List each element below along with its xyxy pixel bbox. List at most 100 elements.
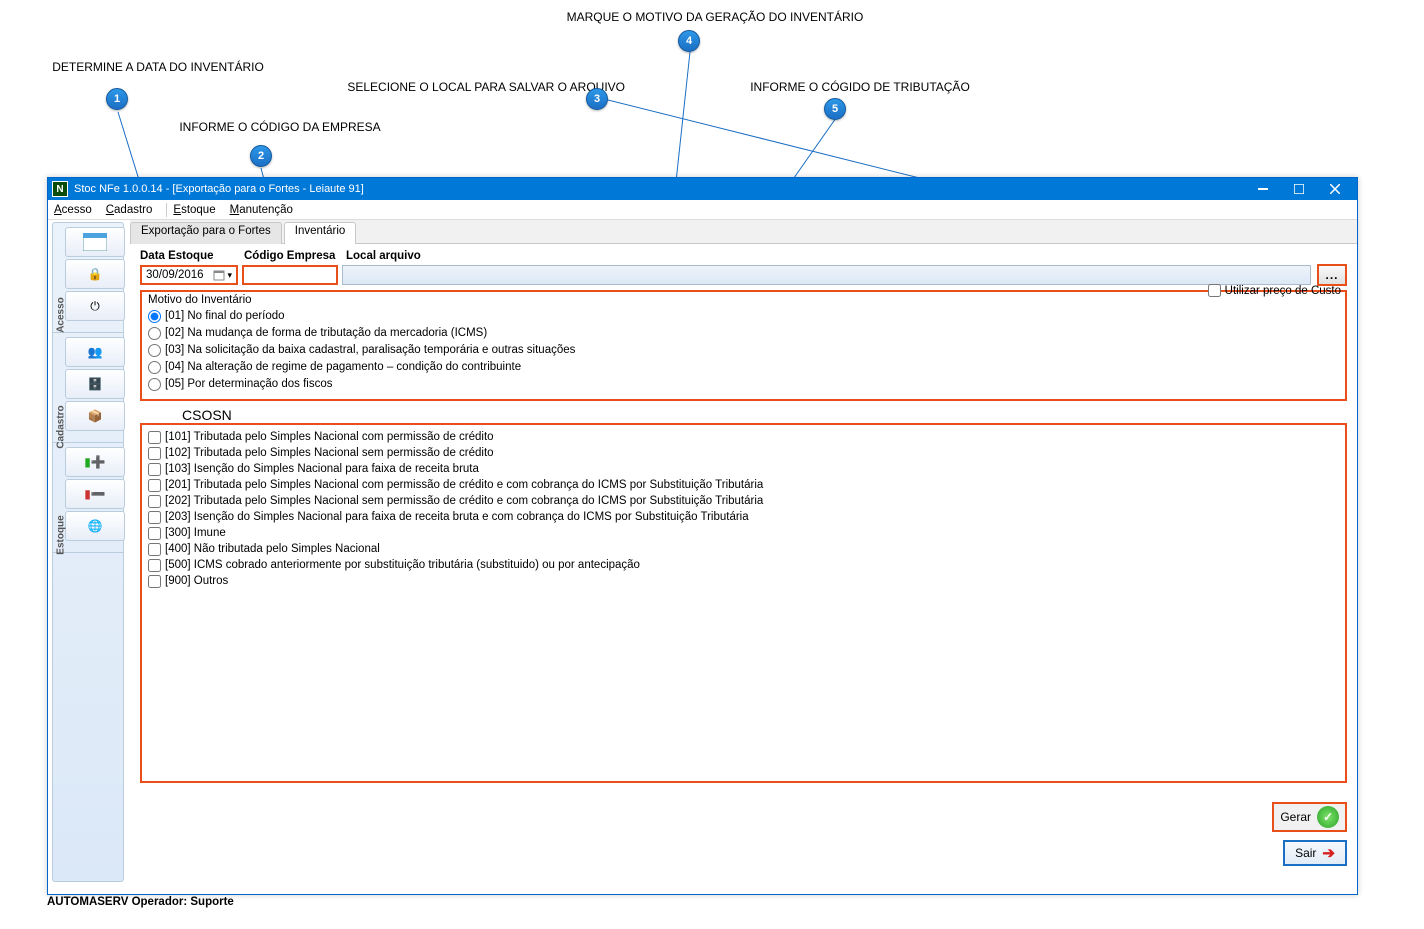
csosn-chk-203[interactable] <box>148 511 161 524</box>
label-data-estoque: Data Estoque <box>140 250 244 262</box>
gerar-label: Gerar <box>1280 810 1311 824</box>
motivo-label-04: [04] Na alteração de regime de pagamento… <box>165 359 521 376</box>
sidebar-btn-remove-stock[interactable]: ▮➖ <box>65 479 125 509</box>
sidebar-btn-power[interactable]: ⏻ <box>65 291 125 321</box>
callout-2-text: INFORME O CÓDIGO DA EMPRESA <box>150 120 410 134</box>
motivo-label-05: [05] Por determinação dos fiscos <box>165 376 332 393</box>
minus-icon: ▮➖ <box>84 487 106 501</box>
codigo-empresa-input[interactable] <box>242 265 338 285</box>
status-operator: Suporte <box>190 896 233 908</box>
callout-4-text: MARQUE O MOTIVO DA GERAÇÃO DO INVENTÁRIO <box>540 10 890 24</box>
local-arquivo-input[interactable] <box>342 265 1311 285</box>
motivo-radio-01[interactable] <box>148 310 161 323</box>
csosn-lbl-400: [400] Não tributada pelo Simples Naciona… <box>165 541 380 557</box>
csosn-lbl-103: [103] Isenção do Simples Nacional para f… <box>165 461 479 477</box>
csosn-lbl-101: [101] Tributada pelo Simples Nacional co… <box>165 429 494 445</box>
check-icon: ✓ <box>1317 806 1339 828</box>
motivo-label-03: [03] Na solicitação da baixa cadastral, … <box>165 342 575 359</box>
callout-2-badge: 2 <box>250 145 272 167</box>
close-button[interactable] <box>1317 178 1353 200</box>
data-estoque-value: 30/09/2016 <box>146 269 204 281</box>
csosn-lbl-203: [203] Isenção do Simples Nacional para f… <box>165 509 749 525</box>
globe-icon: 🌐 <box>88 519 103 533</box>
csosn-lbl-202: [202] Tributada pelo Simples Nacional se… <box>165 493 763 509</box>
motivo-radio-02[interactable] <box>148 327 161 340</box>
sair-button[interactable]: Sair ➔ <box>1283 840 1347 866</box>
sidebar-btn-db[interactable]: 🗄️ <box>65 369 125 399</box>
menu-estoque[interactable]: Estoque <box>173 204 215 216</box>
statusbar: AUTOMASERV Operador: Suporte <box>47 896 234 908</box>
app-icon: N <box>52 181 68 197</box>
menubar: Acesso Cadastro Estoque Manutenção <box>48 200 1357 220</box>
motivo-radio-03[interactable] <box>148 344 161 357</box>
motivo-label-02: [02] Na mudança de forma de tributação d… <box>165 325 487 342</box>
callout-1-text: DETERMINE A DATA DO INVENTÁRIO <box>18 60 298 74</box>
sidebar-btn-add-stock[interactable]: ▮➕ <box>65 447 125 477</box>
sidebar-group-estoque: Estoque <box>56 515 67 554</box>
tab-export-fortes[interactable]: Exportação para o Fortes <box>130 222 282 244</box>
label-codigo-empresa: Código Empresa <box>244 250 346 262</box>
callout-3-badge: 3 <box>586 88 608 110</box>
browse-button[interactable]: ... <box>1317 264 1347 286</box>
users-icon: 👥 <box>88 345 103 359</box>
tab-inventario[interactable]: Inventário <box>284 222 357 244</box>
sidebar-btn-window[interactable] <box>65 227 125 257</box>
csosn-lbl-201: [201] Tributada pelo Simples Nacional co… <box>165 477 763 493</box>
csosn-chk-900[interactable] <box>148 575 161 588</box>
csosn-lbl-102: [102] Tributada pelo Simples Nacional se… <box>165 445 494 461</box>
utilizar-preco-custo-checkbox[interactable] <box>1208 284 1221 297</box>
motivo-inventario-group: Motivo do Inventário [01] No final do pe… <box>140 290 1347 401</box>
csosn-chk-103[interactable] <box>148 463 161 476</box>
csosn-chk-500[interactable] <box>148 559 161 572</box>
motivo-label-01: [01] No final do período <box>165 308 285 325</box>
csosn-lbl-900: [900] Outros <box>165 573 228 589</box>
database-icon: 🗄️ <box>88 377 103 391</box>
menu-cadastro[interactable]: Cadastro <box>106 204 153 216</box>
calendar-icon <box>213 269 225 281</box>
status-company: AUTOMASERV <box>47 896 128 908</box>
sidebar: Acesso 🔒 ⏻ Cadastro 👥 🗄️ 📦 Estoque ▮➕ ▮➖… <box>52 222 124 882</box>
csosn-lbl-500: [500] ICMS cobrado anteriormente por sub… <box>165 557 640 573</box>
callout-5-text: INFORME O CÓGIDO DE TRIBUTAÇÃO <box>720 80 1000 94</box>
window-title: Stoc NFe 1.0.0.14 - [Exportação para o F… <box>74 183 364 195</box>
csosn-chk-102[interactable] <box>148 447 161 460</box>
sidebar-btn-lock[interactable]: 🔒 <box>65 259 125 289</box>
tabs: Exportação para o Fortes Inventário <box>130 220 1357 244</box>
csosn-chk-101[interactable] <box>148 431 161 444</box>
motivo-radio-05[interactable] <box>148 378 161 391</box>
sidebar-btn-box[interactable]: 📦 <box>65 401 125 431</box>
callout-4-badge: 4 <box>678 30 700 52</box>
box-icon: 📦 <box>88 409 103 423</box>
exit-arrow-icon: ➔ <box>1322 844 1335 862</box>
csosn-chk-202[interactable] <box>148 495 161 508</box>
sidebar-btn-users[interactable]: 👥 <box>65 337 125 367</box>
chevron-down-icon: ▾ <box>227 270 232 281</box>
sidebar-group-acesso: Acesso <box>56 297 67 333</box>
gerar-button[interactable]: Gerar ✓ <box>1272 802 1347 832</box>
sidebar-btn-globe[interactable]: 🌐 <box>65 511 125 541</box>
menu-manutencao[interactable]: Manutenção <box>230 204 293 216</box>
csosn-lbl-300: [300] Imune <box>165 525 226 541</box>
data-estoque-input[interactable]: 30/09/2016 ▾ <box>140 265 238 285</box>
motivo-inventario-legend: Motivo do Inventário <box>148 294 1339 306</box>
minimize-button[interactable] <box>1245 178 1281 200</box>
motivo-radio-04[interactable] <box>148 361 161 374</box>
status-operator-label: Operador: <box>132 896 188 908</box>
callout-1-badge: 1 <box>106 88 128 110</box>
titlebar: N Stoc NFe 1.0.0.14 - [Exportação para o… <box>48 178 1357 200</box>
power-icon: ⏻ <box>90 299 100 314</box>
menu-acesso[interactable]: Acesso <box>54 204 92 216</box>
plus-icon: ▮➕ <box>84 455 106 469</box>
callout-5-badge: 5 <box>824 98 846 120</box>
sair-label: Sair <box>1295 846 1316 860</box>
csosn-chk-201[interactable] <box>148 479 161 492</box>
csosn-group: [101] Tributada pelo Simples Nacional co… <box>140 423 1347 783</box>
callout-3-text: SELECIONE O LOCAL PARA SALVAR O ARQUIVO <box>305 80 625 94</box>
lock-icon: 🔒 <box>88 267 103 281</box>
csosn-chk-300[interactable] <box>148 527 161 540</box>
csosn-chk-400[interactable] <box>148 543 161 556</box>
label-local-arquivo: Local arquivo <box>346 250 421 262</box>
csosn-title: CSOSN <box>182 407 1347 423</box>
maximize-button[interactable] <box>1281 178 1317 200</box>
utilizar-preco-custo-label: Utilizar preço de Custo <box>1225 285 1341 297</box>
